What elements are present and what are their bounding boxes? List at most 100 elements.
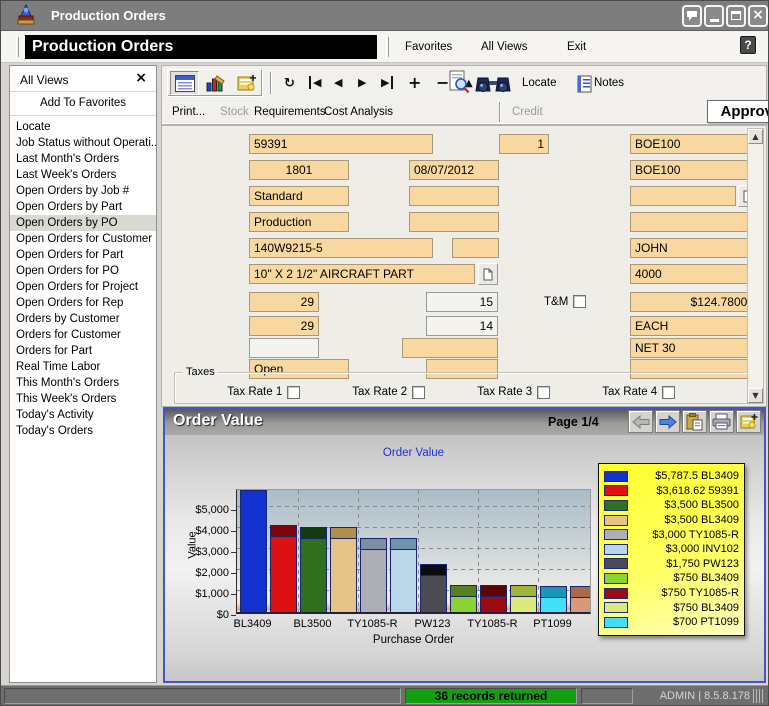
tax-rate-checkbox[interactable] — [412, 385, 426, 399]
unit-field[interactable]: UnitEACH — [630, 316, 759, 336]
main-toolbar: ↻ ◀ ◀ ▶ ▶ + − ▲ Locate Notes — [161, 65, 767, 99]
add-record-button[interactable]: + — [408, 73, 421, 92]
preview-button[interactable] — [445, 70, 474, 94]
sidebar-close-icon[interactable]: × — [135, 70, 147, 86]
invty-transfer-qty-field[interactable]: Invty. Transfer Qty — [249, 338, 319, 358]
sidebar-item[interactable]: Orders for Customer — [10, 327, 156, 343]
close-button[interactable]: × — [748, 5, 768, 27]
user-version-text: ADMIN | 8.5.8.178 — [659, 690, 750, 702]
sidebar-item[interactable]: Orders by Customer — [10, 311, 156, 327]
order-date-field[interactable]: Order Date08/07/2012 — [409, 160, 499, 180]
terms-field[interactable]: TermsNET 30 — [630, 338, 759, 358]
order-qty-field[interactable]: Order Qty.29 — [249, 292, 319, 312]
ship-via-field[interactable]: Ship Via — [630, 186, 736, 206]
tax-rate-checkbox[interactable] — [537, 385, 551, 399]
part-number-field[interactable]: Part Number140W9215-5 — [249, 238, 433, 258]
sidebar-item[interactable]: Last Week's Orders — [10, 167, 156, 183]
sidebar-item[interactable]: Open Orders for PO — [10, 263, 156, 279]
last-record-button[interactable]: ▶ — [381, 76, 394, 89]
y-tick-label: $5,000 — [165, 504, 236, 516]
start-date-field[interactable]: Start Date — [409, 186, 499, 206]
sidebar-item[interactable]: Open Orders by Job # — [10, 183, 156, 199]
production-qty-field[interactable]: Production Qty.29 — [249, 316, 319, 336]
chart-add-view-button[interactable] — [736, 410, 761, 433]
purchase-order-field[interactable]: Purchase Order59391 — [249, 134, 433, 154]
order-balance-field[interactable]: Order Balance14 — [426, 316, 498, 336]
next-record-button[interactable]: ▶ — [358, 76, 366, 89]
locate-button[interactable]: Locate — [522, 77, 557, 89]
sidebar-item[interactable]: Open Orders for Customer — [10, 231, 156, 247]
tm-checkbox[interactable] — [573, 295, 587, 308]
x-tick-label: PT1099 — [533, 618, 572, 630]
job-number-field[interactable]: Job Number1801 — [249, 160, 349, 180]
new-form-button[interactable] — [232, 71, 261, 95]
bar-INV102 — [390, 538, 417, 612]
job-type-field[interactable]: Job TypeStandard — [249, 186, 349, 206]
sidebar-item[interactable]: This Week's Orders — [10, 391, 156, 407]
sidebar-item[interactable]: Open Orders for Part — [10, 247, 156, 263]
form-scrollbar[interactable]: ▲ ▼ — [747, 128, 764, 404]
menu-all-views[interactable]: All Views — [481, 41, 527, 53]
price-field[interactable]: Price$124.78000 — [630, 292, 759, 312]
sidebar-item[interactable]: Open Orders for Rep — [10, 295, 156, 311]
tab-cost-analysis[interactable]: Cost Analysis — [324, 106, 393, 118]
legend-text: $1,750 PW123 — [666, 557, 739, 570]
chart-page-indicator: Page 1/4 — [548, 415, 599, 429]
sales-rep-field[interactable]: Sales Rep.JOHN — [630, 238, 759, 258]
sidebar-item[interactable]: Open Orders by PO — [10, 215, 156, 231]
description-notes-button[interactable] — [478, 263, 498, 285]
table-view-button[interactable] — [170, 71, 199, 95]
tax-rate-label: Tax Rate 4 — [602, 386, 658, 399]
sidebar-item[interactable]: This Month's Orders — [10, 375, 156, 391]
customer-field[interactable]: CustomerBOE100 — [630, 134, 759, 154]
binoculars-icon[interactable] — [474, 72, 512, 96]
item-field[interactable]: Item1 — [499, 134, 549, 154]
ship-to-field[interactable]: Ship ToBOE100 — [630, 160, 759, 180]
refresh-button[interactable]: ↻ — [284, 76, 295, 91]
tab-requirements[interactable]: Requirements — [254, 106, 326, 118]
notes-button[interactable]: Notes — [594, 77, 624, 89]
sidebar-item[interactable]: Last Month's Orders — [10, 151, 156, 167]
sidebar-item[interactable]: Orders for Part — [10, 343, 156, 359]
help-button[interactable]: ? — [740, 36, 756, 54]
tax-rate-checkbox[interactable] — [287, 385, 301, 399]
add-to-favorites-button[interactable]: Add To Favorites — [10, 92, 156, 116]
chart-copy-button[interactable] — [682, 410, 707, 433]
legend-swatch — [604, 616, 628, 628]
first-record-button[interactable]: ◀ — [309, 76, 321, 89]
part-type-field[interactable]: Part TypeProduction — [249, 212, 349, 232]
sales-acct-field[interactable]: Sales Acct.4000 — [630, 264, 759, 284]
maximize-button[interactable] — [726, 5, 746, 27]
menu-favorites[interactable]: Favorites — [405, 41, 452, 53]
chart-print-button[interactable] — [709, 410, 734, 433]
received-date-field[interactable]: Received Date — [409, 212, 499, 232]
rev-field[interactable]: Rev. — [452, 238, 499, 258]
menu-exit[interactable]: Exit — [567, 41, 586, 53]
x-tick-label: TY1085-R — [467, 618, 518, 630]
description-field[interactable]: Description10" X 2 1/2" AIRCRAFT PART — [249, 264, 475, 284]
scroll-down-button[interactable]: ▼ — [748, 388, 763, 403]
legend-row: $1,750 PW123 — [604, 557, 739, 572]
tax-rate-label: Tax Rate 1 — [227, 386, 283, 399]
sidebar-item[interactable]: Open Orders for Project — [10, 279, 156, 295]
legend-text: $3,000 INV102 — [665, 543, 739, 556]
fob-field[interactable]: FOB — [402, 338, 498, 358]
chart-view-button[interactable] — [201, 71, 230, 95]
sidebar-item[interactable]: Open Orders by Part — [10, 199, 156, 215]
scroll-up-button[interactable]: ▲ — [748, 129, 763, 144]
tax-rate-checkbox[interactable] — [662, 385, 676, 399]
previous-record-button[interactable]: ◀ — [334, 76, 342, 89]
qty-shipped-field[interactable]: Qty. Shipped15 — [426, 292, 498, 312]
sidebar-item[interactable]: Locate — [10, 119, 156, 135]
chart-next-page-button[interactable] — [655, 410, 680, 433]
sidebar-item[interactable]: Job Status without Operati... — [10, 135, 156, 151]
bar-BL3409 — [330, 527, 357, 612]
feedback-bubble-button[interactable] — [682, 5, 702, 27]
minimize-button[interactable] — [704, 5, 724, 27]
sidebar-item[interactable]: Real Time Labor — [10, 359, 156, 375]
sidebar-item[interactable]: Today's Activity — [10, 407, 156, 423]
sidebar-item[interactable]: Today's Orders — [10, 423, 156, 439]
legend-row: $750 BL3409 — [604, 600, 739, 615]
buyer-field[interactable]: Buyer — [630, 212, 759, 232]
tab-print[interactable]: Print... — [172, 106, 205, 118]
